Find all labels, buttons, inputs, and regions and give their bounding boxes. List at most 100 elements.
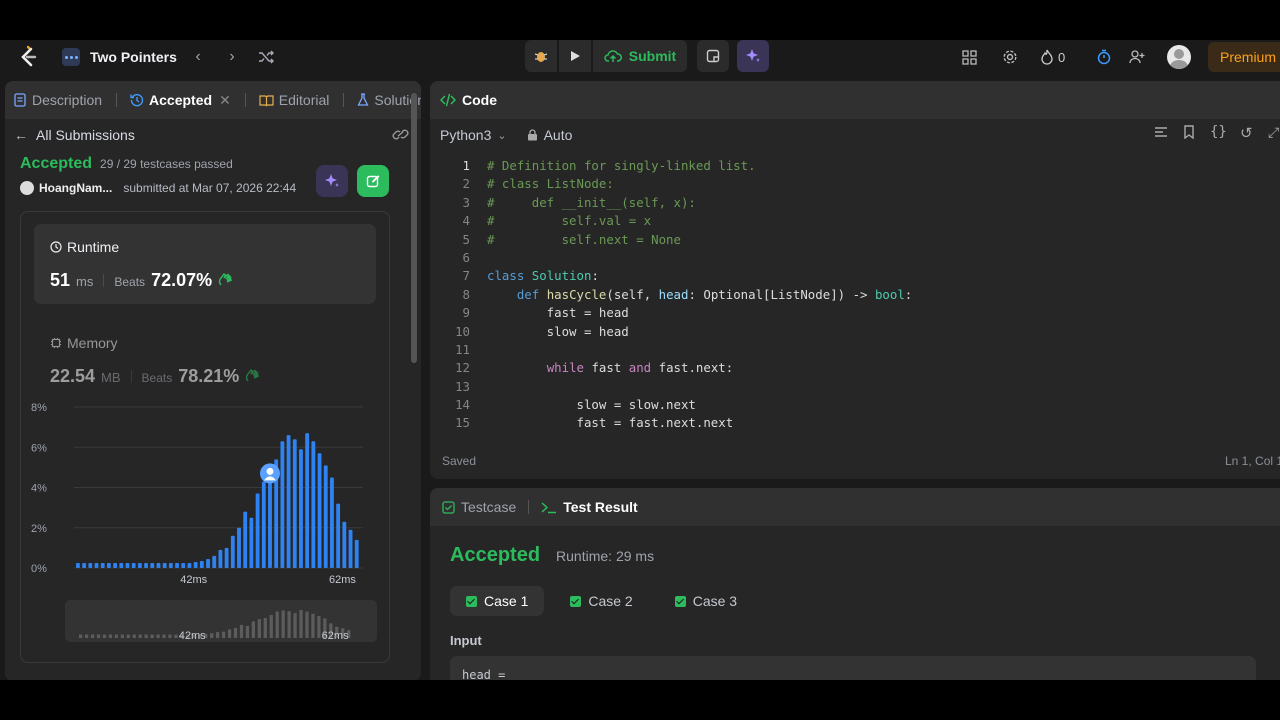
case-tab-1[interactable]: Case 1 (450, 586, 545, 616)
code-line[interactable]: 9 fast = head (430, 304, 1280, 322)
share-link-icon[interactable] (392, 127, 409, 145)
code-line[interactable]: 1 # Definition for singly-linked list. (430, 157, 1280, 175)
code-line[interactable]: 6 (430, 249, 1280, 267)
timer-icon[interactable] (1093, 46, 1115, 68)
bug-icon (534, 52, 548, 62)
tab-accepted[interactable]: Accepted ✕ (116, 92, 231, 109)
code-line[interactable]: 5 # self.next = None (430, 231, 1280, 249)
code-line[interactable]: 15 fast = fast.next.next (430, 414, 1280, 432)
tab-test-result[interactable]: Test Result (563, 499, 637, 515)
format-icon[interactable] (1154, 125, 1168, 142)
checkbox-icon (442, 500, 455, 514)
case-tab-3[interactable]: Case 3 (659, 586, 753, 616)
line-text (470, 378, 487, 396)
shuffle-icon[interactable] (255, 46, 277, 68)
chart-bar (94, 562, 99, 568)
arrow-left-icon[interactable]: ← (14, 127, 28, 143)
chevron-right-icon[interactable]: › (221, 46, 243, 68)
settings-gear-icon[interactable] (999, 46, 1021, 68)
debug-button[interactable] (525, 40, 557, 72)
chart-bar (348, 529, 353, 568)
code-line[interactable]: 2 # class ListNode: (430, 175, 1280, 193)
code-line[interactable]: 10 slow = head (430, 323, 1280, 341)
minimap-bar (269, 614, 273, 638)
minimap-bar (108, 634, 113, 638)
line-number: 1 (462, 158, 470, 173)
all-submissions-link[interactable]: All Submissions (36, 127, 135, 143)
submitter-avatar[interactable] (20, 181, 34, 195)
play-icon (571, 51, 580, 61)
leetcode-logo[interactable] (16, 45, 40, 69)
notes-button[interactable] (697, 40, 729, 72)
memory-card[interactable]: Memory 22.54 MB Beats 78.21% (34, 320, 376, 386)
ai-assistant-button[interactable] (737, 40, 769, 72)
chart-bar (323, 465, 328, 568)
runtime-distribution-chart[interactable]: 8% 6% 4% 2% 0% 42ms 62ms (21, 387, 391, 587)
edit-icon (366, 175, 380, 188)
ai-analyze-button[interactable] (316, 165, 348, 197)
tab-description[interactable]: Description (13, 92, 102, 108)
bookmark-icon[interactable] (1183, 125, 1195, 142)
autocomplete-mode[interactable]: Auto (544, 127, 573, 143)
performance-stats: Runtime 51 ms Beats 72.07% Memory 22.54 … (20, 211, 390, 663)
cursor-position: Ln 1, Col 1 (1225, 454, 1280, 468)
case-tab-2[interactable]: Case 2 (554, 586, 648, 616)
tab-editorial[interactable]: Editorial (244, 92, 329, 108)
fullscreen-icon[interactable]: ⤢ (1268, 124, 1279, 141)
problem-list-title: Two Pointers (90, 49, 177, 65)
tab-testcase[interactable]: Testcase (461, 499, 516, 515)
description-icon (14, 93, 26, 107)
edit-solution-button[interactable] (357, 165, 389, 197)
chart-bar (230, 535, 235, 568)
user-avatar[interactable] (1167, 45, 1191, 69)
chart-range-minimap[interactable]: 42ms 62ms (65, 600, 377, 642)
code-editor-panel: Code Python3 ⌄ Auto {} ↺ ⤢ 1 # Definition… (430, 81, 1280, 479)
code-line[interactable]: 7 class Solution: (430, 267, 1280, 285)
chart-bar (162, 562, 167, 568)
add-friend-icon[interactable] (1126, 46, 1148, 68)
code-editor[interactable]: 1 # Definition for singly-linked list. 2 # … (430, 157, 1280, 437)
runtime-unit: ms (76, 274, 94, 289)
close-tab-icon[interactable]: ✕ (219, 92, 231, 109)
left-panel-scrollbar[interactable] (411, 93, 417, 363)
code-icon (440, 93, 456, 107)
submit-button[interactable]: Submit (593, 40, 687, 72)
reset-icon[interactable]: ↺ (1240, 124, 1253, 142)
submission-detail: Accepted 29 / 29 testcases passed HoangN… (5, 151, 421, 680)
code-line[interactable]: 13 (430, 378, 1280, 396)
chart-bar (113, 562, 118, 568)
check-icon (570, 595, 582, 607)
code-tab-label[interactable]: Code (462, 92, 497, 108)
problem-list-selector[interactable]: Two Pointers (62, 46, 177, 68)
line-text: # class ListNode: (487, 176, 614, 192)
premium-button[interactable]: Premium (1208, 42, 1280, 72)
tab-solutions[interactable]: Solution (343, 92, 421, 108)
chart-bar (106, 562, 111, 568)
hands-clap-icon (218, 273, 233, 286)
chart-bar (199, 560, 204, 568)
code-line[interactable]: 3 # def __init__(self, x): (430, 194, 1280, 212)
code-line[interactable]: 12 while fast and fast.next: (430, 359, 1280, 377)
input-value-box: head = (450, 656, 1256, 680)
language-select[interactable]: Python3 (440, 127, 491, 143)
memory-unit: MB (101, 370, 121, 385)
chevron-left-icon[interactable]: ‹ (187, 46, 209, 68)
y-tick-label: 4% (31, 483, 47, 495)
code-line[interactable]: 14 slow = slow.next (430, 396, 1280, 414)
minimap-bar (156, 634, 160, 638)
minimap-bar (287, 611, 291, 638)
layout-icon[interactable] (958, 46, 980, 68)
streak-counter[interactable]: 0 (1040, 40, 1065, 74)
run-button[interactable] (559, 40, 591, 72)
chevron-down-icon[interactable]: ⌄ (497, 129, 506, 142)
code-line[interactable]: 8 def hasCycle(self, head: Optional[List… (430, 286, 1280, 304)
runtime-card[interactable]: Runtime 51 ms Beats 72.07% (34, 224, 376, 304)
braces-icon[interactable]: {} (1210, 124, 1227, 140)
memory-value: 22.54 (50, 366, 96, 386)
minimap-bar (227, 629, 232, 638)
test-tabs: Testcase Test Result (430, 488, 1280, 526)
submitter-name[interactable]: HoangNam... (39, 181, 112, 195)
code-line[interactable]: 11 (430, 341, 1280, 359)
chart-bar (354, 539, 359, 568)
code-line[interactable]: 4 # self.val = x (430, 212, 1280, 230)
